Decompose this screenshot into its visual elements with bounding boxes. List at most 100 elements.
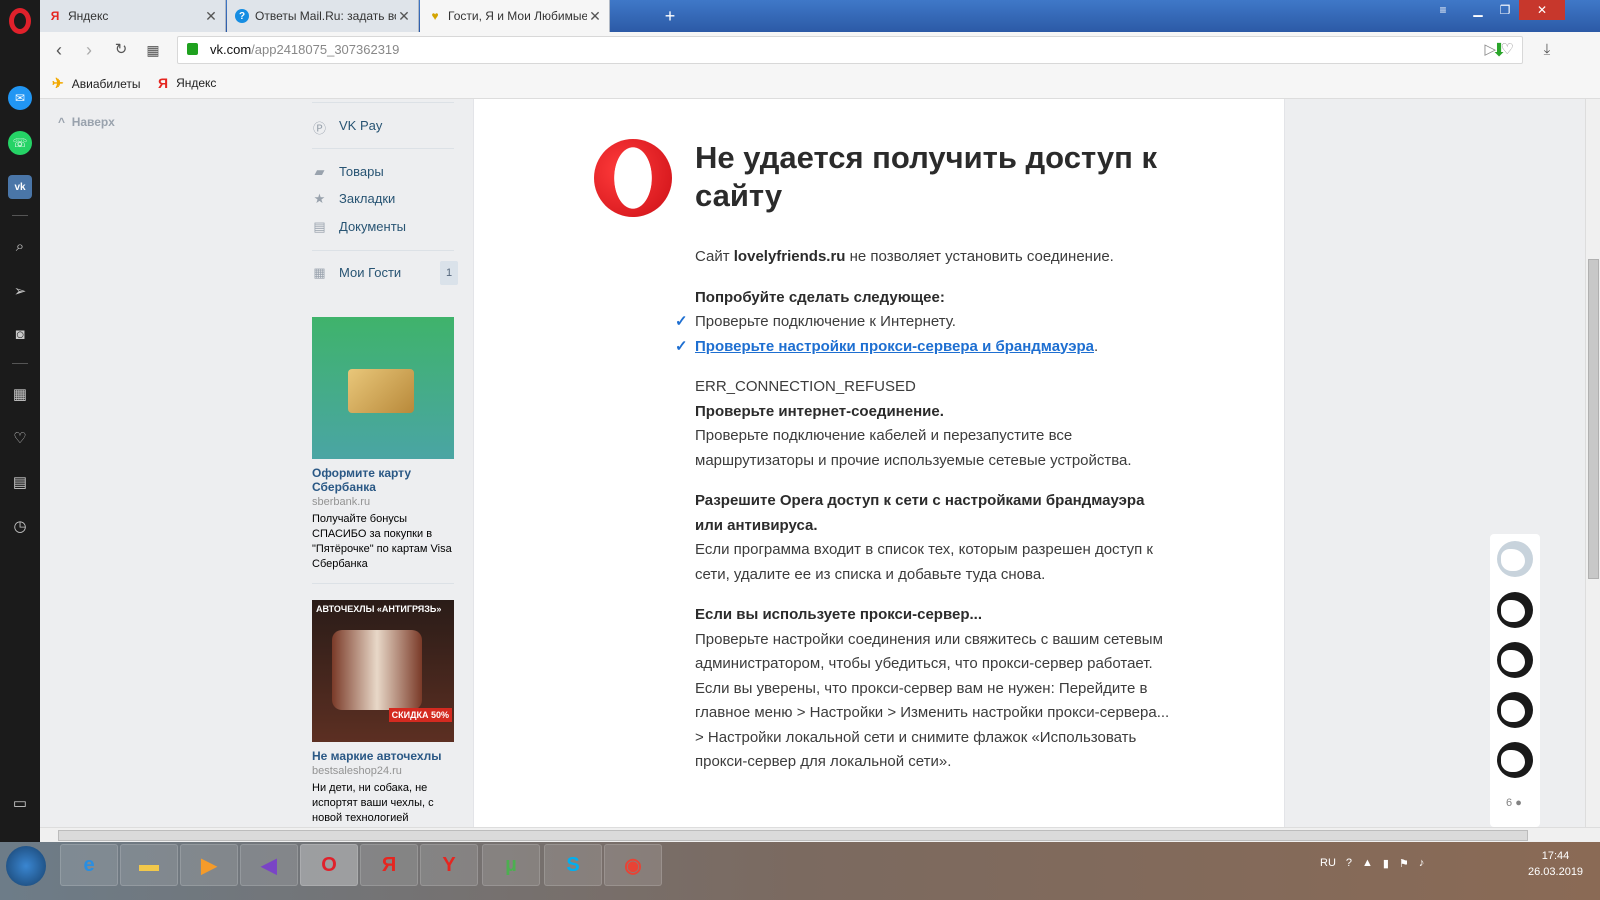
- avatar[interactable]: [1497, 692, 1533, 728]
- firewall-heading: Разрешите Opera доступ к сети с настройк…: [695, 492, 1145, 534]
- lock-icon: [187, 43, 198, 55]
- suggestion-suffix: .: [1093, 337, 1099, 355]
- close-icon[interactable]: ✕: [396, 8, 412, 25]
- site-prefix: Сайт: [695, 248, 734, 265]
- explorer-icon[interactable]: ▬: [120, 844, 178, 886]
- proxy-settings-link[interactable]: Проверьте настройки прокси-сервера и бра…: [695, 338, 1094, 355]
- yandex-browser-icon[interactable]: Y: [420, 844, 478, 886]
- minimize-button[interactable]: ▁: [1465, 0, 1491, 20]
- media-player-icon[interactable]: ▶: [180, 844, 238, 886]
- history-icon[interactable]: ◷: [8, 514, 32, 538]
- vk-icon[interactable]: vk: [8, 175, 32, 199]
- heart-icon[interactable]: ♡: [8, 426, 32, 450]
- ad-domain: sberbank.ru: [312, 496, 371, 508]
- menu-label: Закладки: [339, 191, 396, 206]
- app-frame: Не удается получить доступ к сайту Сайт …: [473, 99, 1285, 827]
- guests-count: 6 ●: [1506, 797, 1522, 809]
- avatar[interactable]: [1497, 742, 1533, 778]
- windows-taskbar: e ▬ ▶ ◀ O Я Y µ S ◉ RU ? ▲ ▮ ⚑ ♪ 17:44 2…: [0, 842, 1600, 900]
- ad-domain: bestsaleshop24.ru: [312, 765, 402, 777]
- menu-label: VK Pay: [339, 118, 383, 133]
- search-icon[interactable]: ⌕: [8, 234, 32, 258]
- menu-item-goods[interactable]: ▰ Товары: [312, 164, 384, 179]
- close-window-button[interactable]: ✕: [1519, 0, 1565, 20]
- tab-otvety[interactable]: ? Ответы Mail.Ru: задать во ✕: [227, 0, 419, 32]
- tab-guests[interactable]: ♥ Гости, Я и Мои Любимые ✕: [420, 0, 610, 32]
- menu-item-vkpay[interactable]: Ⓟ VK Pay: [312, 118, 383, 136]
- ad-sberbank[interactable]: Оформите карту Сбербанка sberbank.ru Пол…: [312, 317, 454, 572]
- new-tab-button[interactable]: +: [660, 6, 680, 26]
- guests-widget: 6 ●: [1490, 534, 1540, 827]
- maximize-button[interactable]: ❐: [1492, 0, 1518, 20]
- clock[interactable]: 17:44 26.03.2019: [1528, 848, 1583, 880]
- tab-menu-icon[interactable]: ≡: [1430, 0, 1456, 20]
- ad-autocovers[interactable]: АВТОЧЕХЛЫ «АНТИГРЯЗЬ» СКИДКА 50% Не марк…: [312, 600, 454, 826]
- news-icon[interactable]: ▤: [8, 470, 32, 494]
- opera-menu-icon[interactable]: [9, 8, 31, 34]
- menu-item-bookmarks[interactable]: ★ Закладки: [312, 191, 396, 206]
- downloads-icon[interactable]: ⤓: [1536, 39, 1558, 61]
- ad-image-badge: СКИДКА 50%: [388, 708, 452, 722]
- menu-divider: [312, 102, 454, 103]
- menu-divider: [312, 250, 454, 251]
- network-icon[interactable]: ▮: [1383, 857, 1389, 870]
- tabs-grid-button[interactable]: ▦: [142, 39, 164, 61]
- bookmark-aviabilety[interactable]: ✈ Авиабилеты: [52, 75, 140, 92]
- person-icon: ●: [1515, 797, 1522, 809]
- scroll-thumb[interactable]: [58, 830, 1528, 841]
- utorrent-icon[interactable]: µ: [482, 844, 540, 886]
- avatar[interactable]: [1497, 642, 1533, 678]
- horizontal-scrollbar[interactable]: [40, 827, 1600, 842]
- star-icon: ★: [313, 191, 326, 206]
- ad-text: Ни дети, ни собака, не испортят ваши чех…: [312, 782, 434, 824]
- close-icon[interactable]: ✕: [203, 8, 219, 25]
- seat-icon: [332, 630, 422, 710]
- tab-yandex[interactable]: Я Яндекс ✕: [40, 0, 226, 32]
- back-button[interactable]: ‹: [48, 39, 70, 61]
- proxy-heading: Если вы используете прокси-сервер...: [695, 606, 982, 623]
- flag-icon[interactable]: ⚑: [1399, 857, 1409, 870]
- dog-avatar-icon[interactable]: [1497, 541, 1533, 577]
- sidebar-toggle-icon[interactable]: ▭: [8, 791, 32, 815]
- opera-sidebar: ✉ ☏ vk ⌕ ➢ ◙ ▦ ♡ ▤ ◷ ▭: [0, 0, 40, 862]
- skype-icon[interactable]: S: [544, 844, 602, 886]
- scroll-thumb[interactable]: [1588, 259, 1599, 579]
- forward-button[interactable]: ›: [78, 39, 100, 61]
- download-green-icon[interactable]: ⬇: [1488, 39, 1510, 61]
- clock-time: 17:44: [1541, 850, 1570, 862]
- camera-icon[interactable]: ◙: [8, 322, 32, 346]
- url-path: /app2418075_307362319: [251, 42, 400, 57]
- menu-label: Документы: [339, 219, 407, 234]
- ie-icon[interactable]: e: [60, 844, 118, 886]
- volume-icon[interactable]: ♪: [1419, 857, 1425, 869]
- vertical-scrollbar[interactable]: [1585, 99, 1600, 827]
- reload-button[interactable]: ↻: [110, 39, 132, 61]
- tray-expand-icon[interactable]: ▲: [1362, 857, 1373, 869]
- menu-item-documents[interactable]: ▤ Документы: [312, 219, 406, 234]
- ad-title[interactable]: Не маркие авточехлы: [312, 749, 454, 763]
- help-icon[interactable]: ?: [1346, 857, 1352, 869]
- internet-heading: Проверьте интернет-соединение.: [695, 402, 944, 420]
- messenger-icon[interactable]: ✉: [8, 86, 32, 110]
- send-icon[interactable]: ➢: [8, 279, 32, 303]
- scroll-top-link[interactable]: ^ Наверх: [58, 115, 115, 129]
- opera-icon[interactable]: O: [300, 844, 358, 886]
- guests-badge: 1: [440, 261, 458, 285]
- menu-item-my-guests[interactable]: ▦ Мои Гости: [312, 265, 401, 280]
- visual-studio-icon[interactable]: ◀: [240, 844, 298, 886]
- bookmark-yandex[interactable]: Я Яндекс: [158, 75, 216, 91]
- menu-label: Товары: [339, 164, 384, 179]
- yandex-icon[interactable]: Я: [360, 844, 418, 886]
- speed-dial-icon[interactable]: ▦: [8, 382, 32, 406]
- whatsapp-icon[interactable]: ☏: [8, 131, 32, 155]
- language-indicator[interactable]: RU: [1320, 857, 1336, 869]
- vkpay-icon: Ⓟ: [312, 121, 326, 136]
- ad-title[interactable]: Оформите карту Сбербанка: [312, 466, 454, 494]
- bag-icon: ▰: [314, 164, 325, 179]
- chrome-icon[interactable]: ◉: [604, 844, 662, 886]
- question-icon: ?: [235, 9, 249, 23]
- url-field[interactable]: vk.com/app2418075_307362319 ▷ ♡: [177, 36, 1523, 64]
- avatar[interactable]: [1497, 592, 1533, 628]
- close-icon[interactable]: ✕: [587, 8, 603, 25]
- start-button[interactable]: [6, 846, 46, 886]
